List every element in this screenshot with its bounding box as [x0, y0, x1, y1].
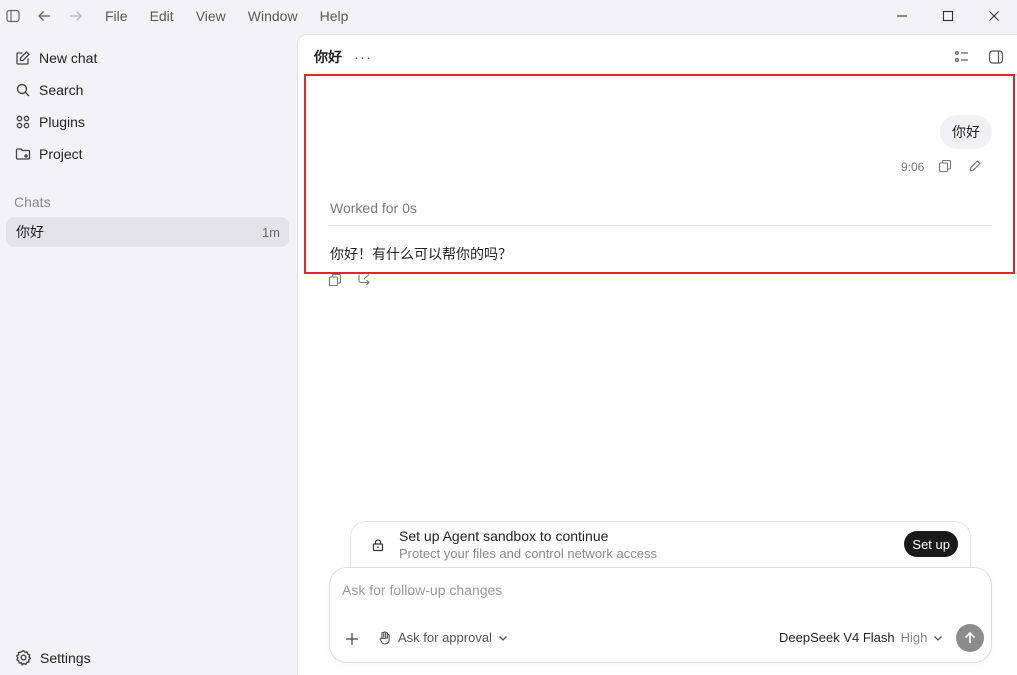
user-message-meta: 9:06 — [901, 159, 998, 175]
edit-message-icon[interactable] — [968, 159, 984, 175]
gear-icon — [15, 649, 32, 666]
approval-label: Ask for approval — [398, 630, 492, 645]
sidebar-item-label: Search — [39, 82, 84, 98]
side-panel-toggle-icon[interactable] — [979, 42, 1013, 72]
user-message-text: 你好 — [952, 124, 980, 140]
sidebar-item-label: Plugins — [39, 114, 85, 130]
arrow-up-icon — [964, 631, 976, 643]
lock-icon — [371, 538, 385, 552]
search-icon — [15, 82, 31, 98]
follow-up-input[interactable] — [342, 578, 942, 602]
chat-item-title: 你好 — [16, 224, 44, 240]
sidebar: New chat Search Plugins Project Chats 你好… — [0, 32, 297, 675]
header-actions — [945, 42, 1013, 72]
sandbox-subtitle: Protect your files and control network a… — [399, 546, 657, 561]
edit-icon — [15, 50, 31, 66]
model-name: DeepSeek V4 Flash — [779, 630, 895, 645]
folder-icon — [15, 146, 31, 162]
menu-bar: File Edit View Window Help — [94, 0, 359, 32]
effort-label: High — [900, 630, 928, 645]
page-title: 你好 — [314, 49, 342, 65]
plus-icon[interactable] — [344, 631, 360, 647]
more-options-button[interactable]: ··· — [354, 49, 372, 66]
assistant-message-text: 你好！有什么可以帮你的吗？ — [330, 246, 512, 262]
divider — [329, 225, 992, 226]
sandbox-title: Set up Agent sandbox to continue — [399, 528, 609, 544]
user-message-bubble: 你好 — [940, 115, 992, 149]
outline-list-icon[interactable] — [945, 42, 979, 72]
send-button[interactable] — [956, 624, 984, 652]
assistant-message-actions — [328, 273, 386, 289]
message-timestamp: 9:06 — [901, 160, 925, 174]
chat-header: 你好 ··· — [298, 35, 1017, 79]
approval-mode-dropdown[interactable]: Ask for approval — [378, 630, 509, 645]
menu-edit[interactable]: Edit — [139, 0, 185, 32]
plugins-icon — [15, 114, 31, 130]
composer: Ask for approval DeepSeek V4 Flash High — [329, 567, 992, 663]
copy-icon[interactable] — [938, 159, 954, 175]
sidebar-toggle-icon[interactable] — [1, 4, 25, 28]
forward-arrow-icon[interactable] — [64, 4, 88, 28]
sidebar-item-search[interactable]: Search — [0, 74, 297, 106]
main-panel: 你好 ··· 你好 9:06 Worked for 0s 你好！有什么可以帮你的… — [297, 34, 1017, 675]
hand-icon — [378, 630, 392, 645]
fork-arrow-icon[interactable] — [357, 273, 373, 289]
sidebar-item-project[interactable]: Project — [0, 138, 297, 170]
chats-section-label: Chats — [14, 194, 51, 210]
menu-file[interactable]: File — [94, 0, 139, 32]
worked-status: Worked for 0s — [330, 200, 417, 216]
copy-icon[interactable] — [328, 273, 344, 289]
minimize-button[interactable] — [879, 0, 925, 32]
menu-help[interactable]: Help — [309, 0, 360, 32]
sandbox-banner: Set up Agent sandbox to continue Protect… — [350, 521, 971, 567]
back-arrow-icon[interactable] — [32, 4, 56, 28]
title-bar: File Edit View Window Help — [0, 0, 1017, 32]
settings-button[interactable]: Settings — [15, 649, 91, 666]
settings-label: Settings — [40, 649, 91, 666]
sandbox-text: Set up Agent sandbox to continue Protect… — [399, 527, 657, 563]
chat-item-time: 1m — [261, 224, 280, 240]
menu-view[interactable]: View — [185, 0, 237, 32]
chat-list-item[interactable]: 你好 1m — [6, 217, 289, 247]
sidebar-item-new-chat[interactable]: New chat — [0, 42, 297, 74]
sidebar-item-label: Project — [39, 146, 83, 162]
menu-window[interactable]: Window — [237, 0, 309, 32]
chevron-down-icon — [932, 632, 944, 644]
maximize-button[interactable] — [925, 0, 971, 32]
window-controls — [879, 0, 1017, 32]
chevron-down-icon — [497, 632, 509, 644]
sidebar-item-plugins[interactable]: Plugins — [0, 106, 297, 138]
setup-button[interactable]: Set up — [904, 531, 958, 557]
sidebar-item-label: New chat — [39, 50, 98, 66]
model-selector[interactable]: DeepSeek V4 Flash High — [779, 630, 944, 645]
close-button[interactable] — [971, 0, 1017, 32]
